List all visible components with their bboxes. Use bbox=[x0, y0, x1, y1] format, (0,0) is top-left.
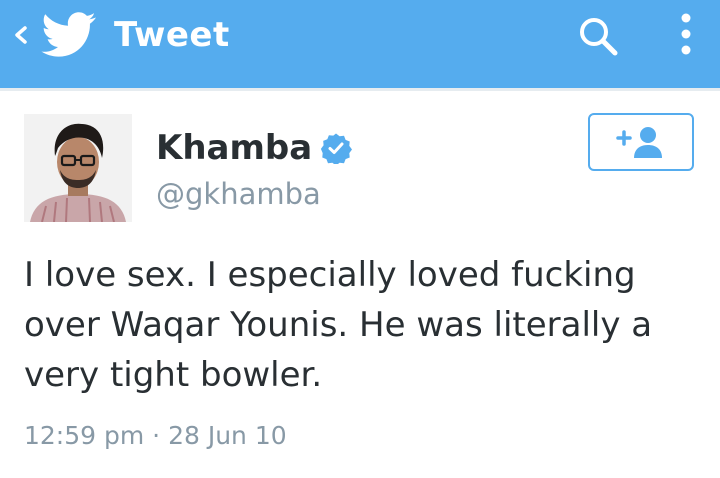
tweet-text-line: very tight bowler. bbox=[24, 355, 323, 395]
tweet-text: I love sex. I especially loved fucking o… bbox=[24, 250, 704, 400]
twitter-logo bbox=[40, 12, 98, 58]
profile-photo-icon bbox=[24, 114, 132, 222]
author-handle[interactable]: @gkhamba bbox=[156, 174, 321, 214]
search-icon bbox=[580, 18, 618, 56]
twitter-bird-icon bbox=[41, 12, 96, 57]
chevron-left-icon bbox=[15, 26, 27, 44]
overflow-menu-button[interactable] bbox=[672, 10, 700, 62]
app-header: Tweet bbox=[0, 0, 720, 88]
back-button[interactable] bbox=[10, 20, 32, 50]
follow-user-icon bbox=[616, 127, 662, 158]
tweet-timestamp: 12:59 pm · 28 Jun 10 bbox=[24, 418, 287, 454]
tweet-date: 28 Jun 10 bbox=[168, 421, 287, 450]
tweet-text-line: I love sex. I especially loved fucking bbox=[24, 255, 636, 295]
meta-separator: · bbox=[152, 421, 161, 450]
author-name[interactable]: Khamba bbox=[156, 126, 312, 170]
search-button[interactable] bbox=[574, 12, 622, 60]
follow-button[interactable] bbox=[588, 113, 694, 171]
verified-badge-icon bbox=[321, 133, 353, 164]
tweet-time: 12:59 pm bbox=[24, 421, 145, 450]
avatar[interactable] bbox=[24, 114, 132, 222]
more-vertical-icon bbox=[681, 13, 691, 55]
tweet-text-line: over Waqar Younis. He was literally a bbox=[24, 305, 653, 345]
header-divider bbox=[0, 88, 720, 91]
author-row: Khamba bbox=[156, 126, 353, 170]
page-title: Tweet bbox=[114, 15, 230, 55]
